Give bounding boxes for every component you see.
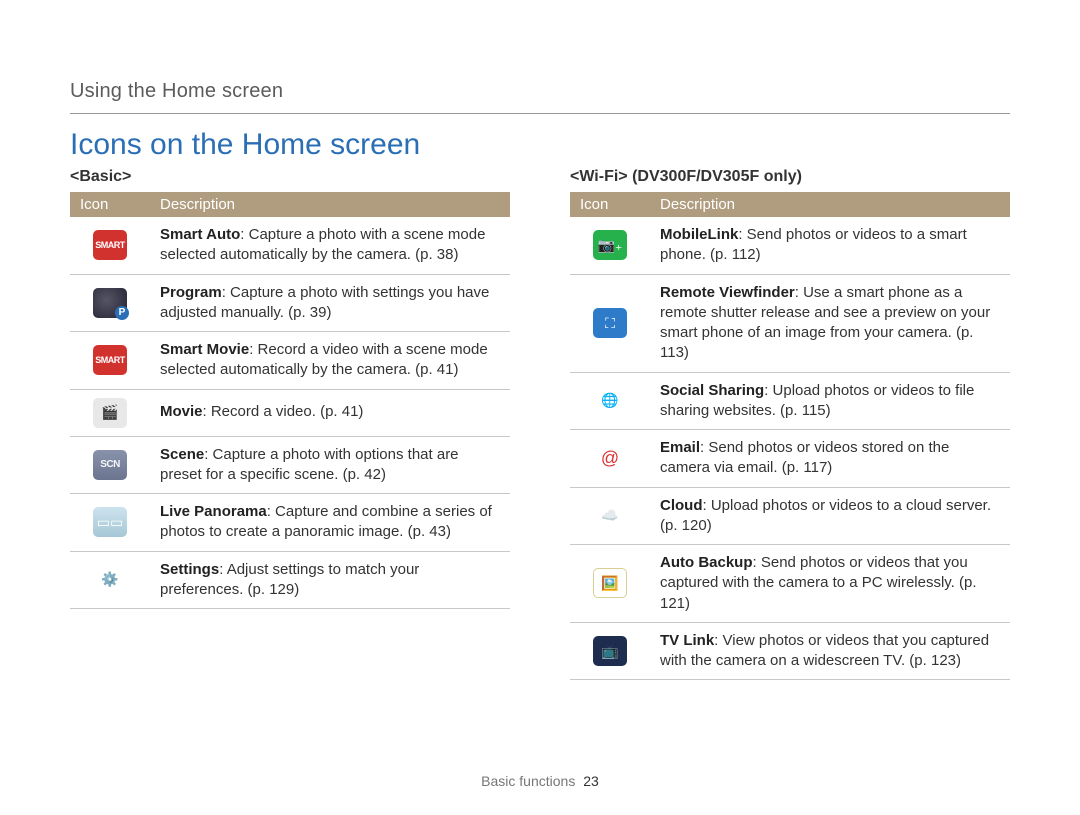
description-cell: Auto Backup: Send photos or videos that … <box>650 545 1010 623</box>
footer-section: Basic functions <box>481 773 575 789</box>
description-cell: Movie: Record a video. (p. 41) <box>150 389 510 436</box>
wifi-table: Icon Description 📷₊MobileLink: Send phot… <box>570 192 1010 680</box>
cloud-icon: ☁️ <box>593 501 627 531</box>
divider <box>70 113 1010 114</box>
description-cell: Social Sharing: Upload photos or videos … <box>650 372 1010 430</box>
table-row: SMART Smart Auto: Capture a photo with a … <box>70 217 510 274</box>
manual-page: Using the Home screen Icons on the Home … <box>0 0 1080 815</box>
table-row: SCN Scene: Capture a photo with options t… <box>70 436 510 494</box>
page-footer: Basic functions 23 <box>0 773 1080 789</box>
table-row: 🖼️ Auto Backup: Send photos or videos tha… <box>570 545 1010 623</box>
description-term: Auto Backup <box>660 554 753 571</box>
scene-icon: SCN <box>93 450 127 480</box>
auto-backup-icon: 🖼️ <box>593 568 627 598</box>
description-cell: Program: Capture a photo with settings y… <box>150 274 510 332</box>
columns: <Basic> Icon Description SMART Smart Auto… <box>70 168 1010 680</box>
email-icon: @ <box>593 443 627 473</box>
table-row: SMART Smart Movie: Record a video with a … <box>70 332 510 390</box>
description-text: : Upload photos or videos to a cloud ser… <box>660 497 991 534</box>
description-term: Email <box>660 439 700 456</box>
description-cell: Email: Send photos or videos stored on t… <box>650 430 1010 488</box>
description-term: Movie <box>160 403 203 420</box>
table-row: 🎬 Movie: Record a video. (p. 41) <box>70 389 510 436</box>
table-row: ⚙️ Settings: Adjust settings to match you… <box>70 551 510 609</box>
tv-link-icon: 📺 <box>593 636 627 666</box>
description-term: Settings <box>160 561 219 578</box>
panorama-icon: ▭▭ <box>93 507 127 537</box>
page-number: 23 <box>583 773 599 789</box>
table-row: 📺 TV Link: View photos or videos that you… <box>570 622 1010 680</box>
table-row: ⛶ Remote Viewfinder: Use a smart phone as… <box>570 274 1010 372</box>
mobilelink-icon: 📷₊ <box>593 230 627 260</box>
program-icon <box>93 288 127 318</box>
description-term: Program <box>160 284 222 301</box>
description-term: Scene <box>160 446 204 463</box>
th-description: Description <box>650 192 1010 217</box>
description-term: TV Link <box>660 632 714 649</box>
description-cell: Scene: Capture a photo with options that… <box>150 436 510 494</box>
smart-auto-icon: SMART <box>93 230 127 260</box>
remote-viewfinder-icon: ⛶ <box>593 308 627 338</box>
description-cell: TV Link: View photos or videos that you … <box>650 622 1010 680</box>
description-cell: Remote Viewfinder: Use a smart phone as … <box>650 274 1010 372</box>
description-cell: Live Panorama: Capture and combine a ser… <box>150 494 510 552</box>
table-row: ☁️ Cloud: Upload photos or videos to a cl… <box>570 487 1010 545</box>
description-cell: Smart Movie: Record a video with a scene… <box>150 332 510 390</box>
table-row: ▭▭ Live Panorama: Capture and combine a s… <box>70 494 510 552</box>
basic-column: <Basic> Icon Description SMART Smart Auto… <box>70 168 510 609</box>
th-description: Description <box>150 192 510 217</box>
basic-table: Icon Description SMARTSmart Auto: Captur… <box>70 192 510 609</box>
breadcrumb: Using the Home screen <box>70 80 1010 103</box>
description-term: Social Sharing <box>660 382 764 399</box>
table-row: Program: Capture a photo with settings y… <box>70 274 510 332</box>
description-term: MobileLink <box>660 226 738 243</box>
wifi-column: <Wi-Fi> (DV300F/DV305F only) Icon Descri… <box>570 168 1010 680</box>
settings-icon: ⚙️ <box>93 565 127 595</box>
page-title: Icons on the Home screen <box>70 128 1010 162</box>
description-term: Smart Movie <box>160 341 249 358</box>
wifi-subhead: <Wi-Fi> (DV300F/DV305F only) <box>570 168 1010 186</box>
description-cell: Settings: Adjust settings to match your … <box>150 551 510 609</box>
description-term: Remote Viewfinder <box>660 284 795 301</box>
description-cell: Cloud: Upload photos or videos to a clou… <box>650 487 1010 545</box>
description-text: : Send photos or videos stored on the ca… <box>660 439 949 476</box>
description-text: : Record a video. (p. 41) <box>203 403 364 420</box>
description-cell: Smart Auto: Capture a photo with a scene… <box>150 217 510 274</box>
th-icon: Icon <box>70 192 150 217</box>
table-row: 🌐 Social Sharing: Upload photos or videos… <box>570 372 1010 430</box>
social-sharing-icon: 🌐 <box>593 386 627 416</box>
description-term: Cloud <box>660 497 703 514</box>
smart-movie-icon: SMART <box>93 345 127 375</box>
description-term: Live Panorama <box>160 503 267 520</box>
description-cell: MobileLink: Send photos or videos to a s… <box>650 217 1010 274</box>
table-row: 📷₊ MobileLink: Send photos or videos to a… <box>570 217 1010 274</box>
description-text: : Capture a photo with options that are … <box>160 446 459 483</box>
description-term: Smart Auto <box>160 226 240 243</box>
movie-icon: 🎬 <box>93 398 127 428</box>
basic-subhead: <Basic> <box>70 168 510 186</box>
th-icon: Icon <box>570 192 650 217</box>
table-row: @ Email: Send photos or videos stored on … <box>570 430 1010 488</box>
